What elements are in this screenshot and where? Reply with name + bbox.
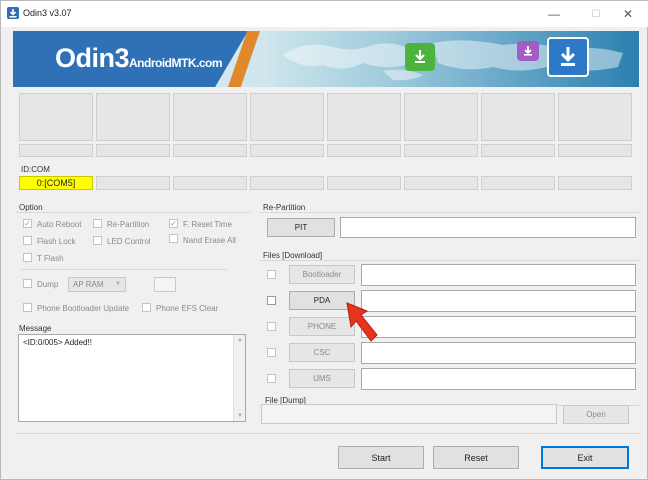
close-button[interactable]: ✕ <box>615 4 641 24</box>
led-control-label: LED Control <box>107 237 151 246</box>
phone-checkbox[interactable] <box>267 322 276 331</box>
title-bar: Odin3 v3.07 — ☐ ✕ <box>1 1 648 27</box>
scroll-down-icon[interactable]: ▼ <box>237 413 243 419</box>
download-icon-green <box>405 43 435 71</box>
device-slot <box>558 93 632 141</box>
window-title: Odin3 v3.07 <box>23 8 72 18</box>
dump-divider <box>21 269 227 270</box>
dump-label: Dump <box>37 280 59 289</box>
repartition-divider <box>259 212 639 213</box>
option-group-title: Option <box>19 203 43 212</box>
com-port-empty <box>481 176 555 190</box>
com-port-empty <box>96 176 170 190</box>
slot-progress-bar <box>19 144 93 157</box>
device-slot <box>404 93 478 141</box>
minimize-button[interactable]: — <box>541 4 567 24</box>
dump-source-select[interactable]: AP RAM ▼ <box>68 277 126 292</box>
nand-erase-all-label: Nand Erase All <box>183 236 236 245</box>
repartition-group-title: Re-Partition <box>263 203 306 212</box>
csc-button[interactable]: CSC <box>289 343 355 362</box>
bootloader-button[interactable]: Bootloader <box>289 265 355 284</box>
red-arrow-icon <box>346 302 378 342</box>
message-group-title: Message <box>19 324 52 333</box>
device-slot <box>96 93 170 141</box>
led-control-checkbox[interactable] <box>93 236 102 245</box>
slot-progress-bar <box>558 144 632 157</box>
com-port-empty <box>404 176 478 190</box>
message-log-text: <ID:0/005> Added!! <box>23 338 92 347</box>
com-port-empty <box>558 176 632 190</box>
slot-progress-bar <box>327 144 401 157</box>
odin-window: Odin3 v3.07 — ☐ ✕ Odin3AndroidMTK.com ID… <box>0 0 648 480</box>
option-divider <box>15 212 251 213</box>
com-port-empty <box>250 176 324 190</box>
t-flash-label: T Flash <box>37 254 64 263</box>
message-log[interactable]: <ID:0/005> Added!! ▲ ▼ <box>18 334 246 422</box>
csc-checkbox[interactable] <box>267 348 276 357</box>
slot-progress-bar <box>250 144 324 157</box>
re-partition-checkbox[interactable] <box>93 219 102 228</box>
device-slot <box>481 93 555 141</box>
pda-file-path[interactable] <box>361 290 636 312</box>
files-divider <box>259 260 639 261</box>
phone-bootloader-update-checkbox[interactable] <box>23 303 32 312</box>
com-port-active: 0:[COM5] <box>19 176 93 190</box>
start-button[interactable]: Start <box>338 446 424 469</box>
re-partition-label: Re-Partition <box>107 220 150 229</box>
flash-lock-checkbox[interactable] <box>23 236 32 245</box>
logo-main-text: Odin3 <box>55 43 130 73</box>
pit-button[interactable]: PIT <box>267 218 335 237</box>
ums-button[interactable]: UMS <box>289 369 355 388</box>
t-flash-checkbox[interactable] <box>23 253 32 262</box>
csc-file-path[interactable] <box>361 342 636 364</box>
bootloader-file-path[interactable] <box>361 264 636 286</box>
f-reset-time-checkbox[interactable]: ✓ <box>169 219 178 228</box>
message-scrollbar[interactable]: ▲ ▼ <box>233 335 245 421</box>
com-port-empty <box>173 176 247 190</box>
phone-efs-clear-checkbox[interactable] <box>142 303 151 312</box>
odin-banner: Odin3AndroidMTK.com <box>13 31 639 87</box>
slot-progress-bar <box>96 144 170 157</box>
auto-reboot-label: Auto Reboot <box>37 220 82 229</box>
phone-file-path[interactable] <box>361 316 636 338</box>
f-reset-time-label: F. Reset Time <box>183 220 232 229</box>
logo-sub-text: AndroidMTK.com <box>129 56 223 70</box>
exit-button[interactable]: Exit <box>541 446 629 469</box>
scroll-up-icon[interactable]: ▲ <box>237 337 243 343</box>
pda-checkbox[interactable] <box>267 296 276 305</box>
ums-checkbox[interactable] <box>267 374 276 383</box>
slot-progress-bar <box>173 144 247 157</box>
auto-reboot-checkbox[interactable]: ✓ <box>23 219 32 228</box>
phone-efs-clear-label: Phone EFS Clear <box>156 304 219 313</box>
device-slot <box>327 93 401 141</box>
chevron-down-icon: ▼ <box>115 281 121 287</box>
device-slot <box>173 93 247 141</box>
bottom-divider <box>15 433 639 434</box>
device-slot <box>19 93 93 141</box>
dump-select-value: AP RAM <box>73 280 104 289</box>
maximize-button[interactable]: ☐ <box>583 4 609 24</box>
dump-file-path[interactable] <box>261 404 557 424</box>
files-download-group-title: Files [Download] <box>263 251 323 260</box>
banner-logo: Odin3AndroidMTK.com <box>55 43 223 74</box>
flash-lock-label: Flash Lock <box>37 237 76 246</box>
pit-file-path[interactable] <box>340 217 636 238</box>
app-icon <box>7 7 19 19</box>
download-icon-purple <box>517 41 539 61</box>
nand-erase-all-checkbox[interactable] <box>169 234 178 243</box>
id-com-label: ID:COM <box>21 165 50 174</box>
phone-bootloader-update-label: Phone Bootloader Update <box>37 304 130 313</box>
open-button[interactable]: Open <box>563 405 629 424</box>
slot-progress-bar <box>481 144 555 157</box>
ums-file-path[interactable] <box>361 368 636 390</box>
download-icon-blue <box>547 37 589 77</box>
dump-size-field[interactable] <box>154 277 176 292</box>
reset-button[interactable]: Reset <box>433 446 519 469</box>
device-slot <box>250 93 324 141</box>
com-port-empty <box>327 176 401 190</box>
bootloader-checkbox[interactable] <box>267 270 276 279</box>
dump-checkbox[interactable] <box>23 279 32 288</box>
slot-progress-bar <box>404 144 478 157</box>
